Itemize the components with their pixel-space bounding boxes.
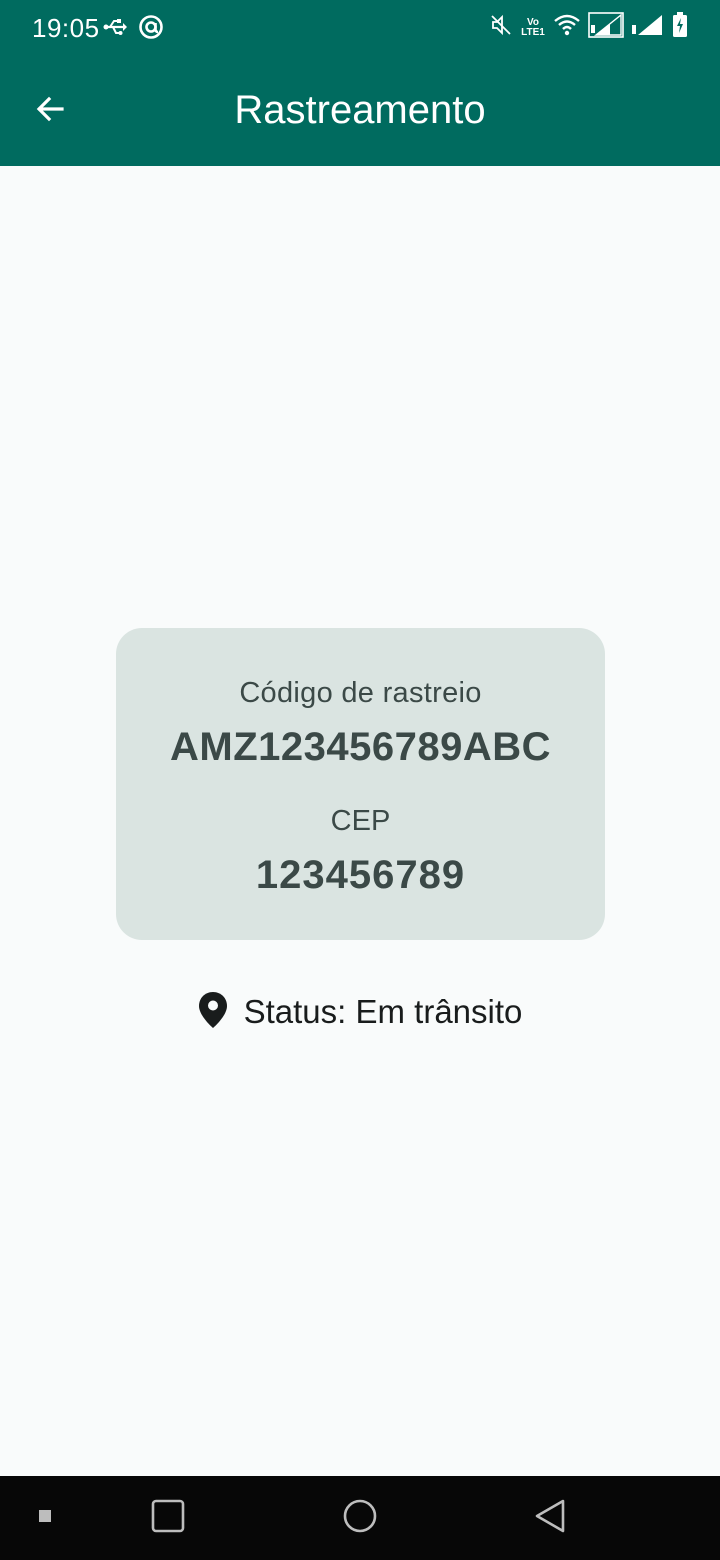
system-nav-bar (0, 1476, 720, 1560)
battery-icon (672, 12, 688, 43)
volte-bottom-text: LTE1 (521, 26, 545, 38)
status-text: Status: Em trânsito (243, 993, 523, 1030)
location-pin-icon (198, 991, 228, 1034)
tracking-code-value: AMZ123456789ABC (169, 725, 551, 769)
volte-indicator: Vo LTE1 (520, 16, 546, 38)
app-bar: Rastreamento (0, 56, 720, 166)
cep-label: CEP (330, 805, 391, 837)
signal-sim2-icon (632, 13, 664, 42)
nav-recents-button[interactable] (146, 1496, 190, 1540)
circle-icon (342, 1498, 378, 1539)
signal-sim1-icon (588, 12, 624, 43)
square-icon (151, 1499, 185, 1538)
nav-menu-button[interactable] (23, 1496, 67, 1540)
small-square-icon (38, 1509, 52, 1528)
status-left-icons (102, 14, 164, 45)
usb-icon (102, 14, 128, 45)
status-bar: 19:05 Vo LTE1 (0, 0, 720, 56)
delivery-status: Status: Em trânsito (0, 990, 720, 1034)
wifi-icon (554, 14, 580, 41)
page-title: Rastreamento (234, 88, 486, 132)
status-right-icons: Vo LTE1 (490, 12, 688, 43)
triangle-back-icon (533, 1498, 567, 1539)
cep-value: 123456789 (255, 853, 466, 897)
at-sign-icon (138, 14, 164, 45)
nav-home-button[interactable] (338, 1496, 382, 1540)
tracking-code-label: Código de rastreio (239, 677, 482, 709)
status-time: 19:05 (32, 13, 100, 43)
volte-top-text: Vo (526, 16, 540, 28)
tracking-card: Código de rastreio AMZ123456789ABC CEP 1… (116, 628, 605, 940)
nav-back-button[interactable] (528, 1496, 572, 1540)
mute-icon (490, 14, 512, 41)
